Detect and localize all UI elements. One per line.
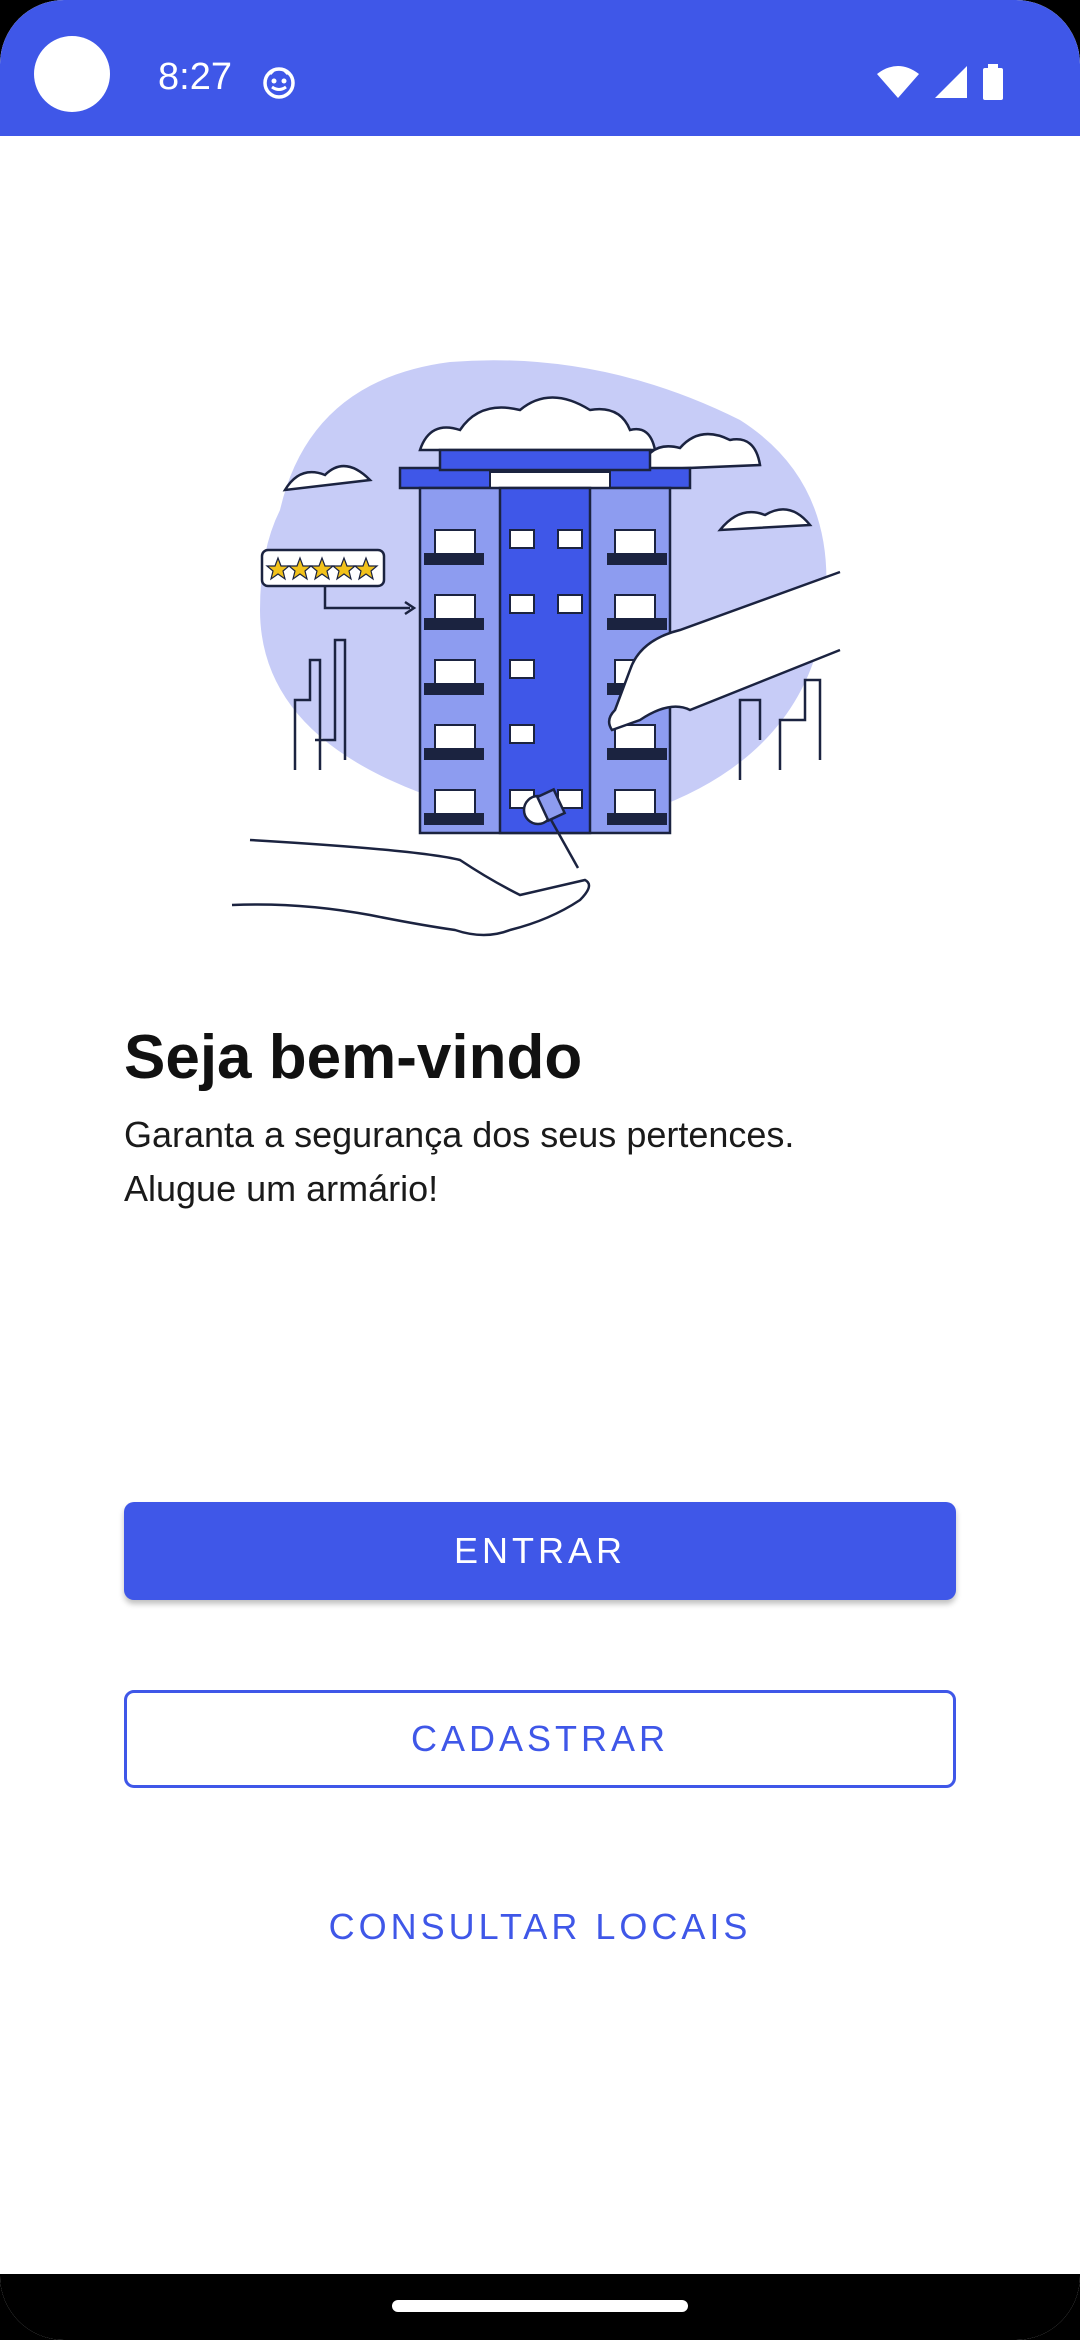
- welcome-subtitle-line-2: Alugue um armário!: [124, 1168, 439, 1209]
- home-indicator[interactable]: [392, 2300, 688, 2312]
- signal-icon: [935, 66, 967, 98]
- building-handover-illustration: [231, 360, 841, 937]
- status-time: 8:27: [158, 56, 232, 98]
- camera-hole: [34, 36, 110, 112]
- register-button[interactable]: CADASTRAR: [124, 1690, 956, 1788]
- status-bar: 8:27: [0, 0, 1080, 136]
- welcome-subtitle-line-1: Garanta a segurança dos seus pertences.: [124, 1114, 795, 1155]
- welcome-title: Seja bem-vindo: [124, 1023, 583, 1092]
- notification-icon: [263, 67, 295, 99]
- status-icons: [876, 64, 1004, 100]
- login-button[interactable]: ENTRAR: [124, 1502, 956, 1600]
- wifi-icon: [877, 66, 919, 98]
- battery-icon: [983, 64, 1003, 100]
- welcome-subtitle: Garanta a segurança dos seus pertences. …: [124, 1108, 964, 1216]
- app-screen: 8:27 Seja bem-vindo Garanta a segurança …: [0, 0, 1080, 2340]
- consult-locations-button[interactable]: CONSULTAR LOCAIS: [124, 1878, 956, 1976]
